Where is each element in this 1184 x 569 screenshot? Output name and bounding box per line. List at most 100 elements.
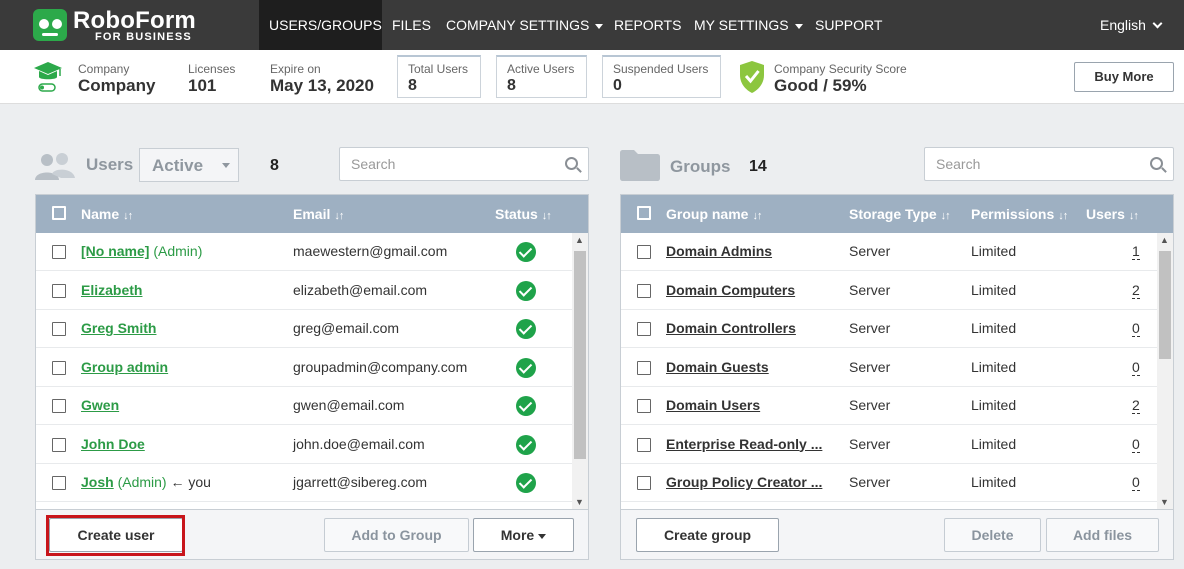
row-checkbox[interactable] <box>52 283 66 298</box>
select-all-users-checkbox[interactable] <box>52 206 66 220</box>
table-row[interactable]: Elizabeth elizabeth@email.com <box>36 272 572 310</box>
row-checkbox[interactable] <box>52 476 66 490</box>
create-group-button[interactable]: Create group <box>636 518 779 552</box>
table-row[interactable]: Group Policy Creator ... Server Limited 0 <box>621 464 1157 502</box>
row-checkbox[interactable] <box>637 360 651 375</box>
groups-scroll-thumb[interactable] <box>1159 251 1171 359</box>
table-row[interactable]: John Doe john.doe@email.com <box>36 426 572 464</box>
user-name-link[interactable]: Group admin <box>81 359 168 375</box>
scroll-down-icon[interactable]: ▼ <box>1160 497 1169 507</box>
user-name-link[interactable]: [No name] <box>81 243 149 259</box>
group-users-count-link[interactable]: 2 <box>1132 282 1140 299</box>
user-name-cell: Gwen <box>81 397 119 413</box>
row-checkbox[interactable] <box>637 245 651 259</box>
row-checkbox[interactable] <box>52 399 66 413</box>
col-permissions-header[interactable]: Permissions ↓↑ <box>971 206 1068 222</box>
nav-files[interactable]: FILES <box>392 0 431 50</box>
expire-label: Expire on <box>270 62 321 76</box>
group-name-link[interactable]: Domain Guests <box>666 359 769 375</box>
group-name-link[interactable]: Enterprise Read-only ... <box>666 436 822 452</box>
groups-search[interactable] <box>924 147 1174 181</box>
licenses-value: 101 <box>188 76 217 95</box>
group-users-count-link[interactable]: 1 <box>1132 243 1140 260</box>
users-scroll-thumb[interactable] <box>574 251 586 459</box>
table-row[interactable]: Domain Controllers Server Limited 0 <box>621 310 1157 348</box>
active-users-label: Active Users <box>507 62 575 76</box>
row-checkbox[interactable] <box>52 360 66 375</box>
col-email-header[interactable]: Email ↓↑ <box>293 206 344 222</box>
suspended-users-box[interactable]: Suspended Users 0 <box>602 55 721 98</box>
row-checkbox[interactable] <box>637 399 651 413</box>
table-row[interactable]: Domain Guests Server Limited 0 <box>621 349 1157 387</box>
nav-my-settings[interactable]: MY SETTINGS <box>694 0 803 50</box>
row-checkbox[interactable] <box>52 437 66 452</box>
row-checkbox[interactable] <box>637 437 651 452</box>
scroll-up-icon[interactable]: ▲ <box>1160 235 1169 245</box>
nav-support[interactable]: SUPPORT <box>815 0 882 50</box>
add-to-group-button[interactable]: Add to Group <box>324 518 469 552</box>
more-button[interactable]: More <box>473 518 574 552</box>
security-score-value: Good / 59% <box>774 76 867 95</box>
group-name-link[interactable]: Domain Admins <box>666 243 772 259</box>
buy-more-button[interactable]: Buy More <box>1074 62 1174 92</box>
total-users-box[interactable]: Total Users 8 <box>397 55 481 98</box>
language-selector[interactable]: English <box>1100 0 1163 50</box>
search-icon[interactable] <box>565 157 578 170</box>
col-storage-header[interactable]: Storage Type ↓↑ <box>849 206 951 222</box>
search-icon[interactable] <box>1150 157 1163 170</box>
groups-scrollbar[interactable]: ▲ ▼ <box>1157 233 1173 509</box>
user-status-filter[interactable]: Active <box>139 148 239 182</box>
group-users-count-link[interactable]: 0 <box>1132 320 1140 337</box>
group-users-count-link[interactable]: 2 <box>1132 397 1140 414</box>
users-search[interactable] <box>339 147 589 181</box>
groups-search-input[interactable] <box>936 156 1116 172</box>
col-name-header[interactable]: Name ↓↑ <box>81 206 133 222</box>
nav-company-settings[interactable]: COMPANY SETTINGS <box>446 0 604 50</box>
scroll-up-icon[interactable]: ▲ <box>575 235 584 245</box>
users-scrollbar[interactable]: ▲ ▼ <box>572 233 588 509</box>
select-all-groups-checkbox[interactable] <box>637 206 651 220</box>
active-users-box[interactable]: Active Users 8 <box>496 55 587 98</box>
storage-type-cell: Server <box>849 358 891 375</box>
table-row[interactable]: Domain Users Server Limited 2 <box>621 387 1157 425</box>
user-name-link[interactable]: Greg Smith <box>81 320 156 336</box>
group-name-link[interactable]: Domain Users <box>666 397 760 413</box>
col-users-header[interactable]: Users ↓↑ <box>1086 206 1139 222</box>
user-name-link[interactable]: Josh <box>81 474 114 490</box>
group-name-link[interactable]: Group Policy Creator ... <box>666 474 822 490</box>
user-name-link[interactable]: Elizabeth <box>81 282 142 298</box>
table-row[interactable]: Josh (Admin) ← you jgarrett@sibereg.com <box>36 464 572 502</box>
users-search-input[interactable] <box>351 156 531 172</box>
row-checkbox[interactable] <box>52 245 66 259</box>
delete-group-button[interactable]: Delete <box>944 518 1041 552</box>
brand-sub: FOR BUSINESS <box>95 31 192 43</box>
caret-down-icon <box>222 163 230 168</box>
group-name-link[interactable]: Domain Controllers <box>666 320 796 336</box>
nav-reports[interactable]: REPORTS <box>614 0 681 50</box>
table-row[interactable]: Enterprise Read-only ... Server Limited 0 <box>621 426 1157 464</box>
col-group-name-header[interactable]: Group name ↓↑ <box>666 206 762 222</box>
company-info-bar: Company Company Licenses 101 Expire on M… <box>0 50 1184 104</box>
table-row[interactable]: [No name] (Admin) maewestern@gmail.com <box>36 233 572 271</box>
table-row[interactable]: Gwen gwen@email.com <box>36 387 572 425</box>
add-files-button[interactable]: Add files <box>1046 518 1159 552</box>
col-status-header[interactable]: Status ↓↑ <box>495 206 552 222</box>
user-name-link[interactable]: John Doe <box>81 436 145 452</box>
row-checkbox[interactable] <box>637 476 651 490</box>
row-checkbox[interactable] <box>637 322 651 336</box>
row-checkbox[interactable] <box>637 283 651 298</box>
folder-icon <box>620 150 660 181</box>
table-row[interactable]: Domain Admins Server Limited 1 <box>621 233 1157 271</box>
row-checkbox[interactable] <box>52 322 66 336</box>
nav-users-groups[interactable]: USERS/GROUPS <box>259 0 382 50</box>
group-users-count-link[interactable]: 0 <box>1132 359 1140 376</box>
group-users-count-link[interactable]: 0 <box>1132 474 1140 491</box>
group-users-count-link[interactable]: 0 <box>1132 436 1140 453</box>
table-row[interactable]: Group admin groupadmin@company.com <box>36 349 572 387</box>
scroll-down-icon[interactable]: ▼ <box>575 497 584 507</box>
group-name-link[interactable]: Domain Computers <box>666 282 795 298</box>
roboform-logo[interactable]: RoboForm FOR BUSINESS <box>33 7 233 43</box>
table-row[interactable]: Greg Smith greg@email.com <box>36 310 572 348</box>
table-row[interactable]: Domain Computers Server Limited 2 <box>621 272 1157 310</box>
user-name-link[interactable]: Gwen <box>81 397 119 413</box>
